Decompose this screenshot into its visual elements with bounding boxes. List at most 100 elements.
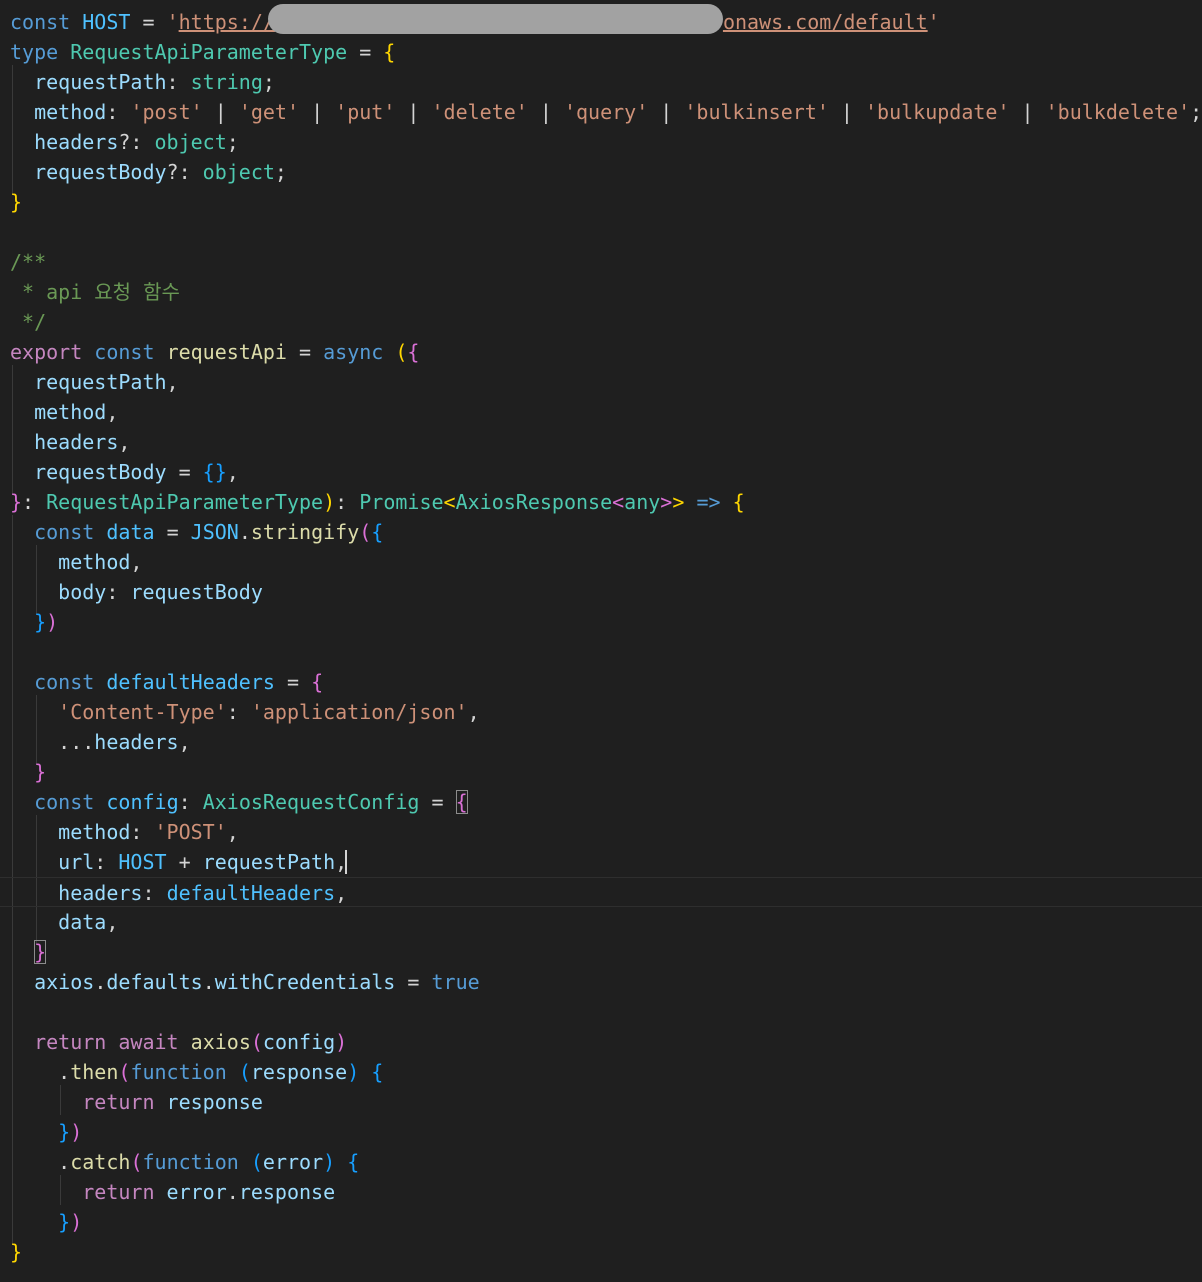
code-token: ,	[166, 370, 179, 394]
code-line[interactable]: }	[10, 757, 46, 787]
code-line[interactable]: .catch(function (error) {	[10, 1147, 359, 1177]
code-line[interactable]: return response	[10, 1087, 263, 1117]
code-line[interactable]: return error.response	[10, 1177, 335, 1207]
code-line[interactable]: .then(function (response) {	[10, 1057, 383, 1087]
code-token: onaws.com/default	[722, 10, 928, 34]
code-token: headers	[34, 130, 119, 154]
code-token: |	[202, 100, 239, 124]
code-token: {	[407, 340, 420, 364]
code-token: |	[828, 100, 865, 124]
code-line[interactable]: method,	[10, 547, 142, 577]
code-token: any	[624, 490, 661, 514]
code-token: ;	[274, 160, 287, 184]
code-line[interactable]: ...headers,	[10, 727, 190, 757]
code-token: ,	[467, 700, 480, 724]
code-line[interactable]: requestPath: string;	[10, 67, 275, 97]
code-line[interactable]: headers?: object;	[10, 127, 239, 157]
code-line[interactable]: })	[10, 1207, 82, 1237]
code-line[interactable]: body: requestBody	[10, 577, 263, 607]
code-token: ?:	[118, 130, 155, 154]
code-line[interactable]: const config: AxiosRequestConfig = {	[10, 787, 468, 817]
code-line[interactable]: return await axios(config)	[10, 1027, 347, 1057]
code-token: =	[286, 340, 324, 364]
code-token: :	[142, 881, 167, 905]
code-line[interactable]: /**	[10, 247, 46, 277]
code-token: :	[106, 100, 131, 124]
code-line[interactable]: requestBody = {},	[10, 457, 239, 487]
code-line[interactable]: })	[10, 607, 58, 637]
code-line[interactable]: const data = JSON.stringify({	[10, 517, 383, 547]
code-token: :	[130, 820, 155, 844]
code-token: method	[58, 820, 131, 844]
code-line[interactable]: 'Content-Type': 'application/json',	[10, 697, 480, 727]
code-token: const	[94, 340, 155, 364]
code-token: {	[371, 1060, 384, 1084]
code-token: function	[130, 1060, 227, 1084]
code-token: ,	[226, 820, 239, 844]
code-line[interactable]: * api 요청 함수	[10, 277, 180, 307]
code-line[interactable]: })	[10, 1117, 82, 1147]
code-token: const	[10, 10, 71, 34]
code-token: (	[250, 1030, 263, 1054]
code-token: 'bulkinsert'	[684, 100, 829, 124]
code-line[interactable]: headers: defaultHeaders,	[0, 877, 1202, 907]
code-token: method	[34, 100, 107, 124]
code-line[interactable]: axios.defaults.withCredentials = true	[10, 967, 480, 997]
code-token: RequestApiParameterType	[70, 40, 348, 64]
code-token: .	[10, 1060, 71, 1084]
code-token: requestPath	[34, 70, 167, 94]
code-line[interactable]: }	[10, 1237, 22, 1267]
text-cursor	[345, 850, 347, 874]
code-token: response	[250, 1060, 348, 1084]
code-token: ;	[226, 130, 239, 154]
code-line[interactable]: method: 'post' | 'get' | 'put' | 'delete…	[10, 97, 1202, 127]
code-token: |	[648, 100, 685, 124]
code-token: (	[118, 1060, 131, 1084]
code-token: |	[527, 100, 564, 124]
code-token: async	[323, 340, 384, 364]
code-line[interactable]: */	[10, 307, 46, 337]
code-token: HOST	[82, 10, 131, 34]
code-line[interactable]: method: 'POST',	[10, 817, 239, 847]
code-token: return	[82, 1090, 155, 1114]
code-token: const	[34, 520, 95, 544]
code-token: requestPath	[202, 850, 336, 874]
code-token: :	[226, 700, 251, 724]
code-line[interactable]: requestPath,	[10, 367, 179, 397]
code-token: RequestApiParameterType	[46, 490, 324, 514]
code-line[interactable]: url: HOST + requestPath,	[10, 847, 347, 877]
code-token: (	[250, 1150, 263, 1174]
code-token: AxiosRequestConfig	[202, 790, 420, 814]
code-line[interactable]: export const requestApi = async ({	[10, 337, 419, 367]
code-token: * api 요청 함수	[10, 280, 180, 304]
code-line[interactable]: data,	[10, 907, 118, 937]
code-line[interactable]: type RequestApiParameterType = {	[10, 37, 395, 67]
code-token: headers	[94, 730, 179, 754]
code-line[interactable]: requestBody?: object;	[10, 157, 287, 187]
code-line[interactable]: }	[10, 937, 47, 967]
code-line[interactable]: const defaultHeaders = {	[10, 667, 323, 697]
code-editor[interactable]: const HOST = 'https://onaws.com/default'…	[0, 0, 1202, 1282]
code-token: then	[70, 1060, 119, 1084]
code-line[interactable]: method,	[10, 397, 118, 427]
code-token: ;	[262, 70, 275, 94]
code-token: )	[323, 490, 336, 514]
code-line[interactable]: }: RequestApiParameterType): Promise<Axi…	[10, 487, 745, 517]
code-line[interactable]: }	[10, 187, 22, 217]
redacted-url-segment	[268, 4, 723, 34]
code-line[interactable]: headers,	[10, 427, 130, 457]
code-token: return	[34, 1030, 107, 1054]
